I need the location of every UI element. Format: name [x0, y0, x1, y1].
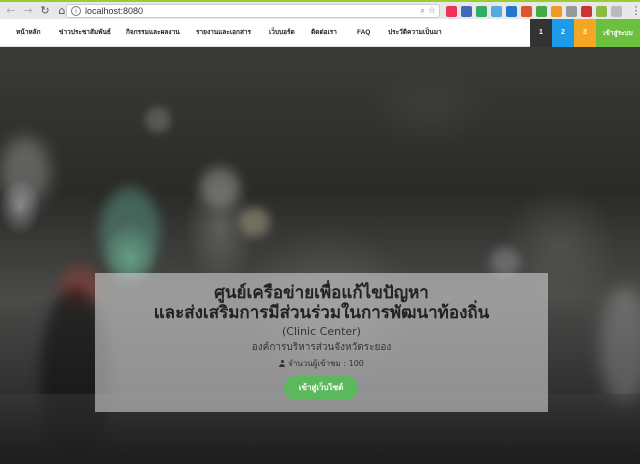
back-icon[interactable]: ←: [5, 4, 17, 17]
nav-item-reports[interactable]: รายงานและเอกสาร: [196, 19, 251, 47]
nav-item-webboard[interactable]: เว็บบอร์ด: [269, 19, 295, 47]
extension-icon[interactable]: [611, 6, 622, 17]
nav-item-history[interactable]: ประวัติความเป็นมา: [388, 19, 442, 47]
bokeh-light: [240, 207, 270, 237]
quick-button-1[interactable]: 1: [530, 19, 552, 47]
extension-icon[interactable]: [566, 6, 577, 17]
extension-icon[interactable]: [581, 6, 592, 17]
bokeh-light: [100, 187, 160, 277]
bokeh-light: [0, 137, 50, 207]
browser-toolbar: ← → ↻ ⌂ i localhost:8080 ⌕ ☆ ⋮: [0, 0, 640, 19]
search-icon[interactable]: ⌕: [420, 6, 425, 16]
nav-item-contact[interactable]: ติดต่อเรา: [311, 19, 337, 47]
page-title-line-2: และส่งเสริมการมีส่วนร่วมในการพัฒนาท้องถิ…: [153, 303, 490, 323]
visitor-count-text: จำนวนผู้เข้าชม : 100: [288, 359, 364, 368]
nav-item-news[interactable]: ข่าวประชาสัมพันธ์: [59, 19, 111, 47]
enter-website-button[interactable]: เข้าสู่เว็บไซต์: [284, 376, 358, 400]
page-title-line-1: ศูนย์เครือข่ายเพื่อแก้ไขปัญหา: [214, 283, 429, 303]
nav-item-activities[interactable]: กิจกรรมและผลงาน: [126, 19, 180, 47]
quick-button-2[interactable]: 2: [552, 19, 574, 47]
url-text: localhost:8080: [85, 6, 144, 16]
star-icon[interactable]: ☆: [428, 6, 436, 16]
extension-icon[interactable]: [536, 6, 547, 17]
welcome-panel: ศูนย์เครือข่ายเพื่อแก้ไขปัญหา และส่งเสริ…: [95, 273, 548, 412]
login-button[interactable]: เข้าสู่ระบบ: [596, 19, 640, 47]
subtitle: (Clinic Center): [282, 325, 361, 338]
site-navbar: หน้าหลัก ข่าวประชาสัมพันธ์ กิจกรรมและผลง…: [0, 19, 640, 47]
extension-icon[interactable]: [476, 6, 487, 17]
bokeh-light: [600, 287, 640, 407]
bokeh-light: [200, 167, 240, 207]
reload-icon[interactable]: ↻: [39, 4, 51, 17]
address-bar[interactable]: i localhost:8080 ⌕ ☆: [66, 4, 440, 18]
quick-button-3[interactable]: 3: [574, 19, 596, 47]
info-icon[interactable]: i: [71, 6, 81, 16]
organization-name: องค์การบริหารส่วนจังหวัดระยอง: [251, 342, 392, 353]
menu-icon[interactable]: ⋮: [630, 5, 640, 17]
nav-item-home[interactable]: หน้าหลัก: [16, 19, 41, 47]
visitor-count: จำนวนผู้เข้าชม : 100: [95, 357, 548, 370]
nav-item-faq[interactable]: FAQ: [357, 19, 370, 47]
extension-icon[interactable]: [506, 6, 517, 17]
extension-icon[interactable]: [446, 6, 457, 17]
extension-icon[interactable]: [521, 6, 532, 17]
extension-icon[interactable]: [491, 6, 502, 17]
bokeh-light: [145, 107, 171, 133]
omnibox-actions: ⌕ ☆: [420, 5, 436, 18]
extension-icon[interactable]: [461, 6, 472, 17]
person-icon: [279, 360, 286, 367]
forward-icon[interactable]: →: [22, 4, 34, 17]
extension-icon[interactable]: [551, 6, 562, 17]
extension-icon[interactable]: [596, 6, 607, 17]
